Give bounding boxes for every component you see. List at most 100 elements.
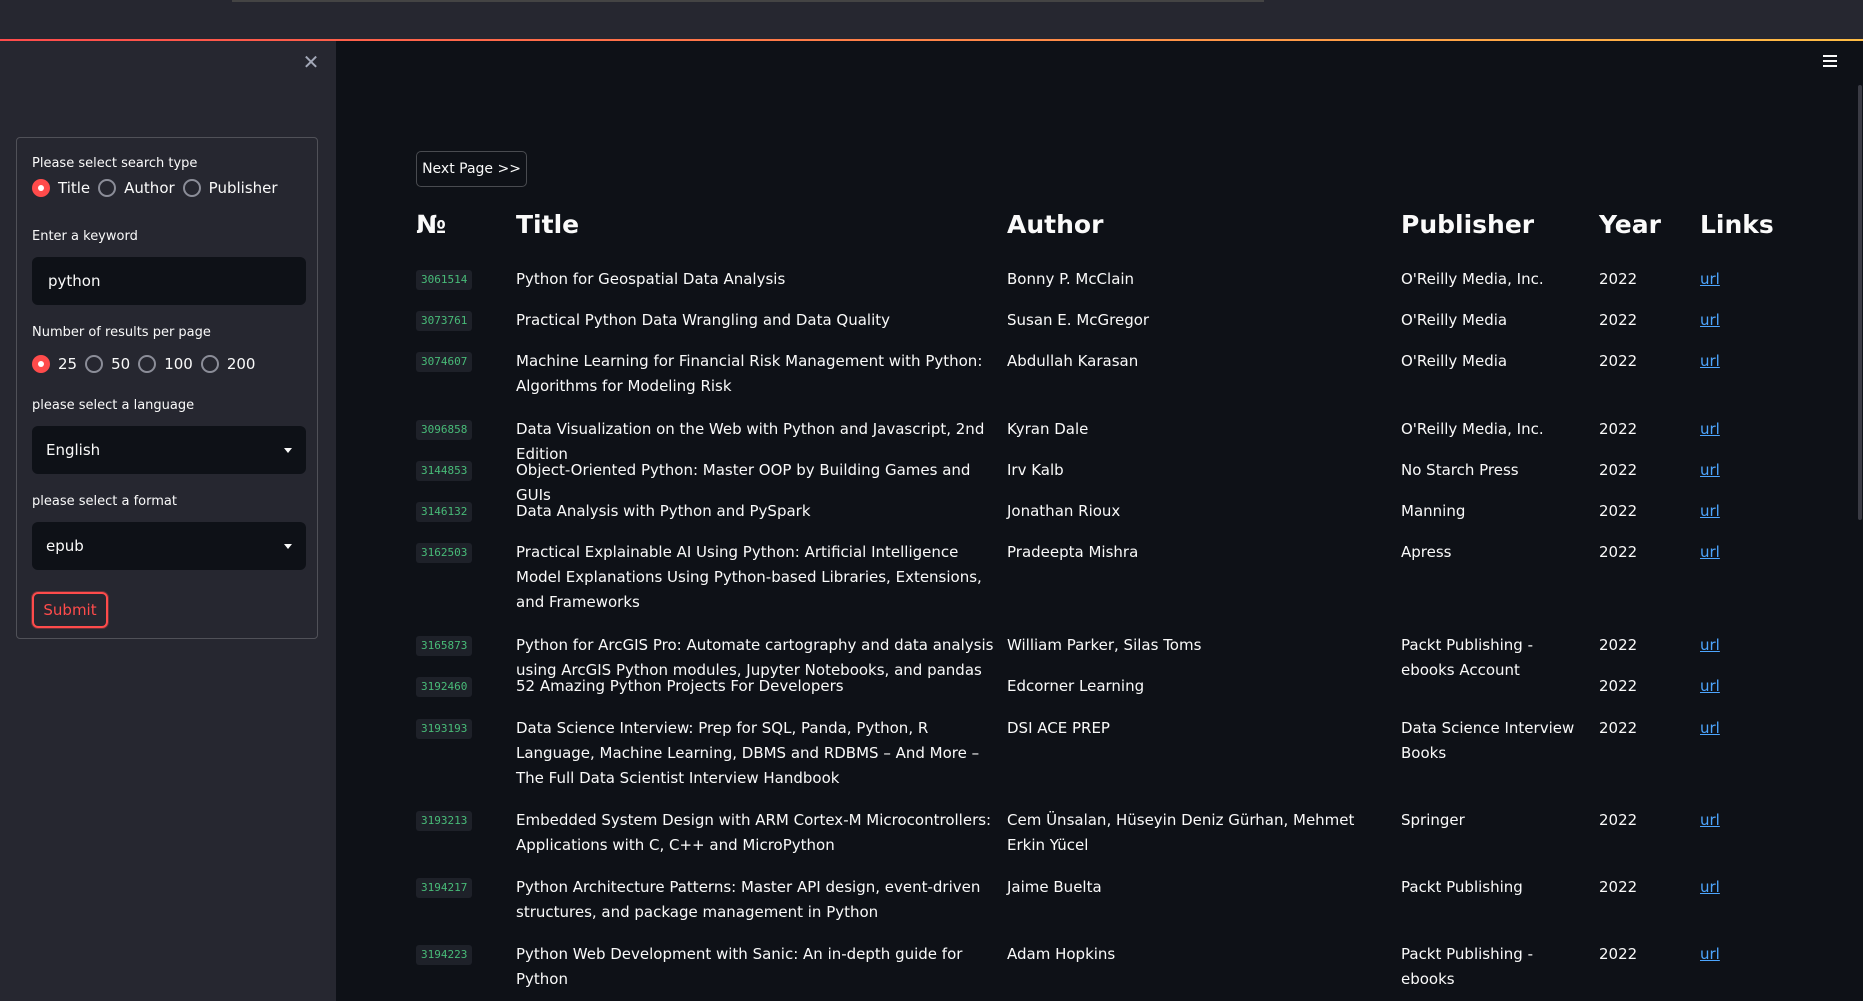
radio-200[interactable]: 200 xyxy=(200,355,256,373)
radio-publisher[interactable]: Publisher xyxy=(182,179,278,197)
book-year: 2022 xyxy=(1599,945,1638,963)
book-url-link[interactable]: url xyxy=(1700,674,1720,699)
radio-dot-icon xyxy=(32,179,50,197)
book-id-badge: 3193193 xyxy=(416,719,473,739)
book-author: Edcorner Learning xyxy=(1007,677,1145,695)
book-id-badge: 3144853 xyxy=(416,461,473,481)
book-title: Python Architecture Patterns: Master API… xyxy=(516,878,981,921)
book-year: 2022 xyxy=(1599,719,1638,737)
book-url-link[interactable]: url xyxy=(1700,267,1720,292)
book-title: Practical Python Data Wrangling and Data… xyxy=(516,311,891,329)
radio-dot-icon xyxy=(98,179,117,197)
format-value: epub xyxy=(46,537,84,555)
book-year: 2022 xyxy=(1599,311,1638,329)
book-id-badge: 3193213 xyxy=(416,811,473,831)
book-author: Kyran Dale xyxy=(1007,420,1089,438)
radio-label: Title xyxy=(58,179,91,197)
book-year: 2022 xyxy=(1599,811,1638,829)
book-url-link[interactable]: url xyxy=(1700,540,1720,565)
book-author: Pradeepta Mishra xyxy=(1007,543,1139,561)
radio-label: 25 xyxy=(58,355,78,373)
header-year: Year xyxy=(1599,210,1661,239)
book-year: 2022 xyxy=(1599,420,1638,438)
book-id-badge: 3073761 xyxy=(416,311,473,331)
book-author: Adam Hopkins xyxy=(1007,945,1116,963)
book-title: Data Analysis with Python and PySpark xyxy=(516,502,811,520)
menu-icon[interactable] xyxy=(1823,55,1837,67)
close-sidebar-icon[interactable]: ✕ xyxy=(302,52,320,72)
sidebar: ✕ Please select search type Title Author… xyxy=(0,41,336,1001)
book-year: 2022 xyxy=(1599,502,1638,520)
keyword-value: python xyxy=(48,272,101,290)
radio-25[interactable]: 25 xyxy=(32,355,77,373)
book-author: Susan E. McGregor xyxy=(1007,311,1150,329)
results-per-page-label: Number of results per page xyxy=(32,325,211,340)
radio-dot-icon xyxy=(32,355,50,373)
book-url-link[interactable]: url xyxy=(1700,417,1720,442)
results-per-page-radio-group: 25 50 100 200 xyxy=(32,355,263,373)
book-id-badge: 3146132 xyxy=(416,502,473,522)
book-id-badge: 3192460 xyxy=(416,677,473,697)
book-url-link[interactable]: url xyxy=(1700,808,1720,833)
scrollbar[interactable] xyxy=(1858,85,1862,520)
header-no: № xyxy=(416,210,447,239)
book-url-link[interactable]: url xyxy=(1700,308,1720,333)
next-page-button[interactable]: Next Page >> xyxy=(416,151,527,187)
book-author: Jonathan Rioux xyxy=(1007,502,1121,520)
book-publisher: O'Reilly Media, Inc. xyxy=(1401,420,1544,438)
header-title: Title xyxy=(516,210,580,239)
radio-label: Author xyxy=(124,179,175,197)
book-publisher: Packt Publishing - ebooks xyxy=(1401,945,1533,988)
chevron-down-icon xyxy=(284,543,292,549)
book-url-link[interactable]: url xyxy=(1700,716,1720,741)
keyword-label: Enter a keyword xyxy=(32,229,138,244)
book-author: Abdullah Karasan xyxy=(1007,352,1139,370)
book-id-badge: 3162503 xyxy=(416,543,473,563)
radio-author[interactable]: Author xyxy=(98,179,175,197)
book-title: Python for Geospatial Data Analysis xyxy=(516,270,786,288)
book-title: Machine Learning for Financial Risk Mana… xyxy=(516,352,983,395)
radio-label: 100 xyxy=(164,355,193,373)
radio-dot-icon xyxy=(85,355,104,373)
format-select[interactable]: epub xyxy=(32,522,306,570)
book-year: 2022 xyxy=(1599,543,1638,561)
radio-label: 200 xyxy=(226,355,256,373)
keyword-input[interactable]: python xyxy=(32,257,306,305)
book-title: Data Science Interview: Prep for SQL, Pa… xyxy=(516,719,980,787)
submit-button[interactable]: Submit xyxy=(32,592,108,628)
book-id-badge: 3061514 xyxy=(416,270,473,290)
book-year: 2022 xyxy=(1599,636,1638,654)
book-publisher: Data Science Interview Books xyxy=(1401,719,1575,762)
radio-label: 50 xyxy=(111,355,131,373)
radio-title[interactable]: Title xyxy=(32,179,90,197)
book-publisher: Packt Publishing xyxy=(1401,878,1523,896)
search-type-label: Please select search type xyxy=(32,156,198,171)
search-type-radio-group: Title Author Publisher xyxy=(32,179,286,197)
book-id-badge: 3194223 xyxy=(416,945,473,965)
book-publisher: Packt Publishing - ebooks Account xyxy=(1401,636,1533,679)
book-id-badge: 3096858 xyxy=(416,420,473,440)
book-url-link[interactable]: url xyxy=(1700,875,1720,900)
language-select[interactable]: English xyxy=(32,426,306,474)
book-author: Irv Kalb xyxy=(1007,461,1064,479)
radio-50[interactable]: 50 xyxy=(85,355,130,373)
book-year: 2022 xyxy=(1599,270,1638,288)
book-url-link[interactable]: url xyxy=(1700,499,1720,524)
book-publisher: Manning xyxy=(1401,502,1466,520)
book-id-badge: 3194217 xyxy=(416,878,473,898)
book-url-link[interactable]: url xyxy=(1700,942,1720,967)
book-url-link[interactable]: url xyxy=(1700,349,1720,374)
book-title: 52 Amazing Python Projects For Developer… xyxy=(516,677,844,695)
book-year: 2022 xyxy=(1599,352,1638,370)
book-author: William Parker, Silas Toms xyxy=(1007,636,1202,654)
radio-100[interactable]: 100 xyxy=(138,355,193,373)
book-url-link[interactable]: url xyxy=(1700,458,1720,483)
radio-dot-icon xyxy=(138,355,157,373)
book-publisher: No Starch Press xyxy=(1401,461,1519,479)
book-title: Practical Explainable AI Using Python: A… xyxy=(516,543,982,611)
header-author: Author xyxy=(1007,210,1104,239)
book-url-link[interactable]: url xyxy=(1700,633,1720,658)
header-publisher: Publisher xyxy=(1401,210,1535,239)
language-label: please select a language xyxy=(32,398,195,413)
chevron-down-icon xyxy=(284,447,292,453)
